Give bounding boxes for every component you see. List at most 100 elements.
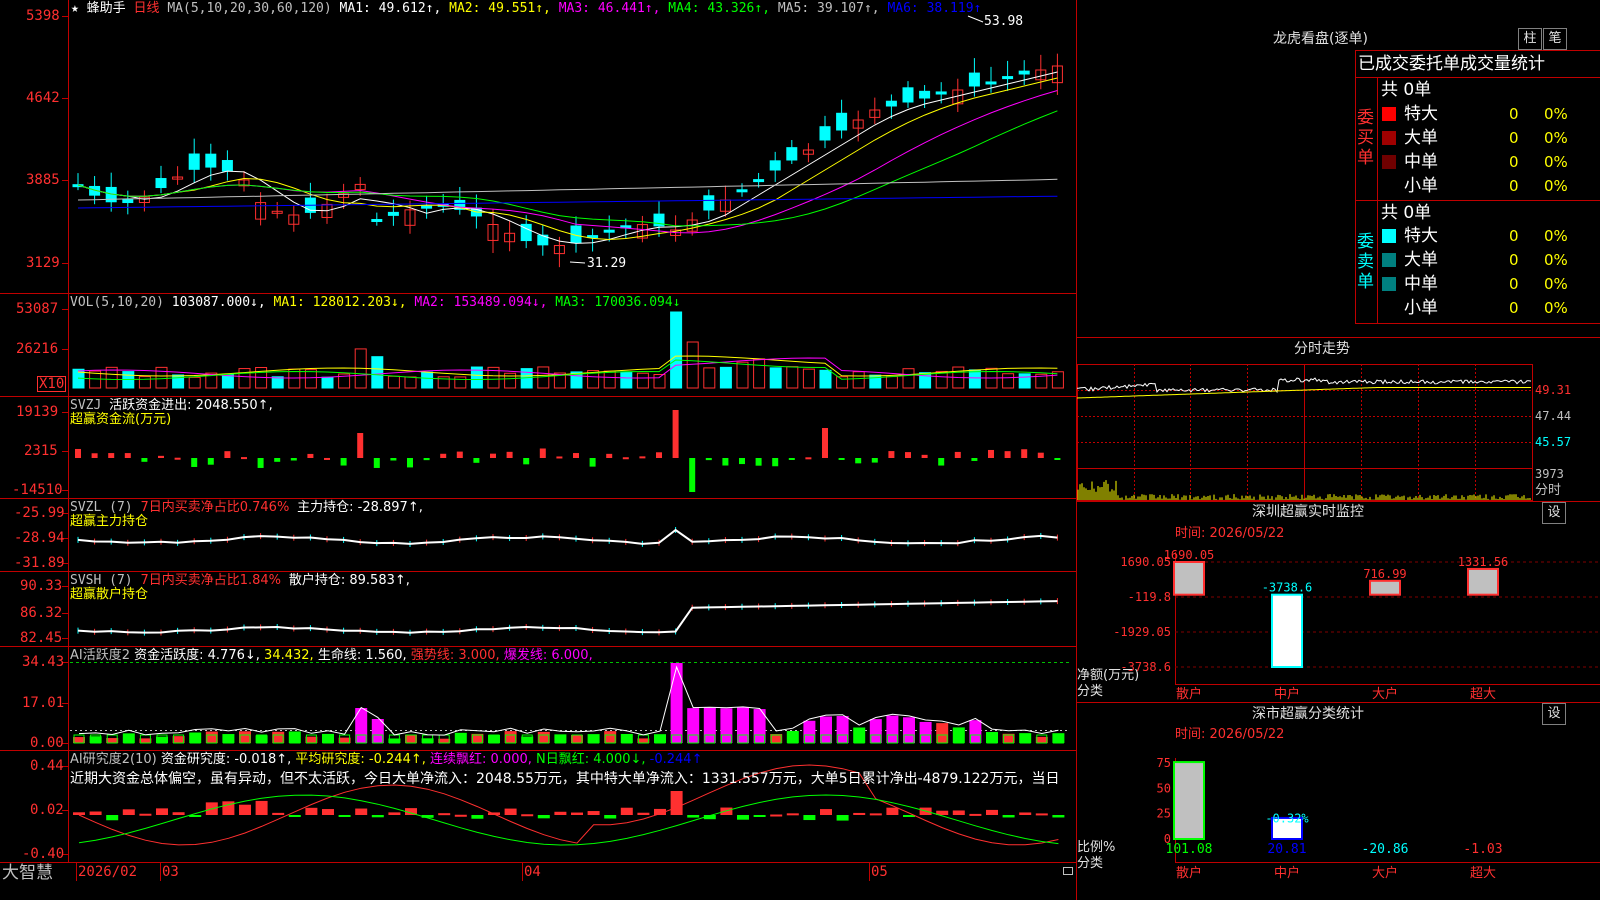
tick-mode-button[interactable]: 笔 (1543, 28, 1567, 50)
bottom-bar: 大智慧 2026/02 03 04 05 (0, 863, 1076, 900)
volume-bar (653, 374, 666, 389)
activity-bar (405, 734, 417, 743)
svsh-ratio: 7日内买卖净占比1.84% (140, 573, 282, 588)
activity-bar (521, 736, 534, 743)
research-bar (869, 813, 882, 816)
candle (836, 112, 848, 131)
ytick: -119.8 (1128, 590, 1171, 604)
research-bar (305, 807, 318, 815)
brand-label[interactable]: 大智慧 (2, 864, 53, 883)
volume-bar (271, 376, 284, 389)
research-bar (172, 812, 185, 815)
lock-icon[interactable] (1063, 867, 1073, 875)
candle (753, 179, 765, 183)
volume-bar (304, 369, 317, 389)
fund-flow-bar (124, 453, 131, 458)
bar-mode-button[interactable]: 柱 (1518, 28, 1542, 50)
activity-bar (687, 708, 700, 743)
ytick: -0.40 (22, 846, 65, 862)
research-bar (770, 814, 783, 817)
ma-label: MA(5,10,20,30,60,120) (167, 1, 332, 16)
fund-flow-bar (523, 458, 530, 465)
candle (188, 153, 200, 170)
volume-bar (404, 376, 417, 389)
fund-flow-bar (473, 458, 480, 463)
fund-flow-bar (573, 453, 579, 458)
fund-flow-bar (141, 458, 148, 462)
row-count: 0 (1509, 299, 1519, 317)
svzj-sub: 超赢资金流(万元) (70, 412, 172, 427)
data-label: 1690.05 (1164, 548, 1215, 562)
activity-bar (504, 731, 517, 743)
ai2-t5: -0.244↑ (649, 752, 703, 767)
fund-flow-bar (672, 410, 679, 458)
legend-swatch (1382, 155, 1396, 169)
buy-order-label: 委买单 (1357, 108, 1374, 168)
vol-ma3: MA3: 170036.094↓ (555, 295, 681, 310)
volume-bar (155, 366, 168, 389)
candle (902, 87, 914, 103)
longhu-tabs[interactable]: 已成交委托单成交量统计 (1358, 54, 1545, 74)
fund-flow-bar (705, 458, 712, 461)
volume-bar (172, 374, 185, 389)
vol-ma1: MA1: 128012.203↓, (273, 295, 407, 310)
ytick: 34.43 (22, 654, 65, 670)
research-bar (753, 815, 766, 817)
star-icon[interactable]: ★ (71, 1, 79, 16)
fund-flow-bar (224, 451, 231, 458)
ai2-t3: 连续飘红: 0.000, (430, 752, 532, 767)
fund-flow-bar (490, 453, 496, 458)
fund-flow-bar (622, 457, 629, 460)
date-divider (160, 863, 161, 881)
sz-monitor-xlabel: 分类 (1077, 684, 1104, 699)
ai1-t2: 34.432, (264, 648, 314, 663)
research-bar (1052, 815, 1065, 818)
fund-flow-bar (158, 455, 164, 458)
row-name: 中单 (1404, 274, 1438, 294)
sz-class-chart[interactable]: 7550250101.08散户-0.32%20.81中户-20.86大户-1.0… (1077, 703, 1600, 900)
data-label: -1.03 (1463, 842, 1502, 857)
volume-bar (636, 372, 649, 389)
volume-bar (885, 376, 898, 389)
fund-flow-bar (290, 458, 297, 461)
svsh-sub: 超赢散户持仓 (70, 587, 149, 602)
research-bar (952, 810, 965, 815)
fenshi-panel[interactable]: 分时走势 49.31 47.44 45.57 3973 分时 (1077, 338, 1600, 501)
volume-bar (786, 366, 799, 389)
fenshi-chart[interactable] (1077, 338, 1600, 501)
candle (786, 147, 798, 161)
fund-flow-bar (739, 458, 745, 465)
activity-bar (89, 736, 102, 743)
activity-bar (288, 731, 301, 743)
activity-bar (986, 732, 998, 743)
ytick: 17.01 (22, 695, 65, 711)
research-bar (853, 812, 866, 815)
activity-bar (703, 707, 716, 743)
volume-bar (902, 368, 915, 389)
candle (1018, 70, 1030, 75)
research-bar (355, 808, 368, 815)
retail-holding-line (77, 600, 1058, 634)
volume-bar (138, 376, 151, 389)
research-bar (820, 809, 832, 815)
fund-flow-bar (855, 458, 862, 464)
category-label: 中户 (1274, 686, 1300, 702)
bar (1271, 593, 1303, 668)
research-bar (156, 808, 168, 815)
research-bar (1019, 812, 1032, 815)
volume-bar (686, 341, 699, 389)
activity-bar (537, 731, 550, 743)
volume-bar (221, 373, 234, 389)
fund-flow-bar (274, 458, 281, 462)
svzj-text: 活跃资金进出: 2048.550↑, (109, 398, 273, 413)
ai2-label: AI研究度2(10) (70, 752, 157, 767)
research-bar (836, 815, 849, 821)
high-marker: 53.98 (984, 14, 1024, 29)
period-label[interactable]: 日线 (134, 1, 160, 16)
fund-flow-bar (257, 458, 264, 468)
fenshi-ytick: 45.57 (1535, 435, 1572, 449)
candle (985, 81, 997, 85)
fund-flow-bar (755, 458, 762, 466)
volume-bar (387, 375, 400, 389)
sz-monitor-chart[interactable]: 1690.05-119.8-1929.05-3738.61690.05散户-37… (1077, 502, 1600, 702)
